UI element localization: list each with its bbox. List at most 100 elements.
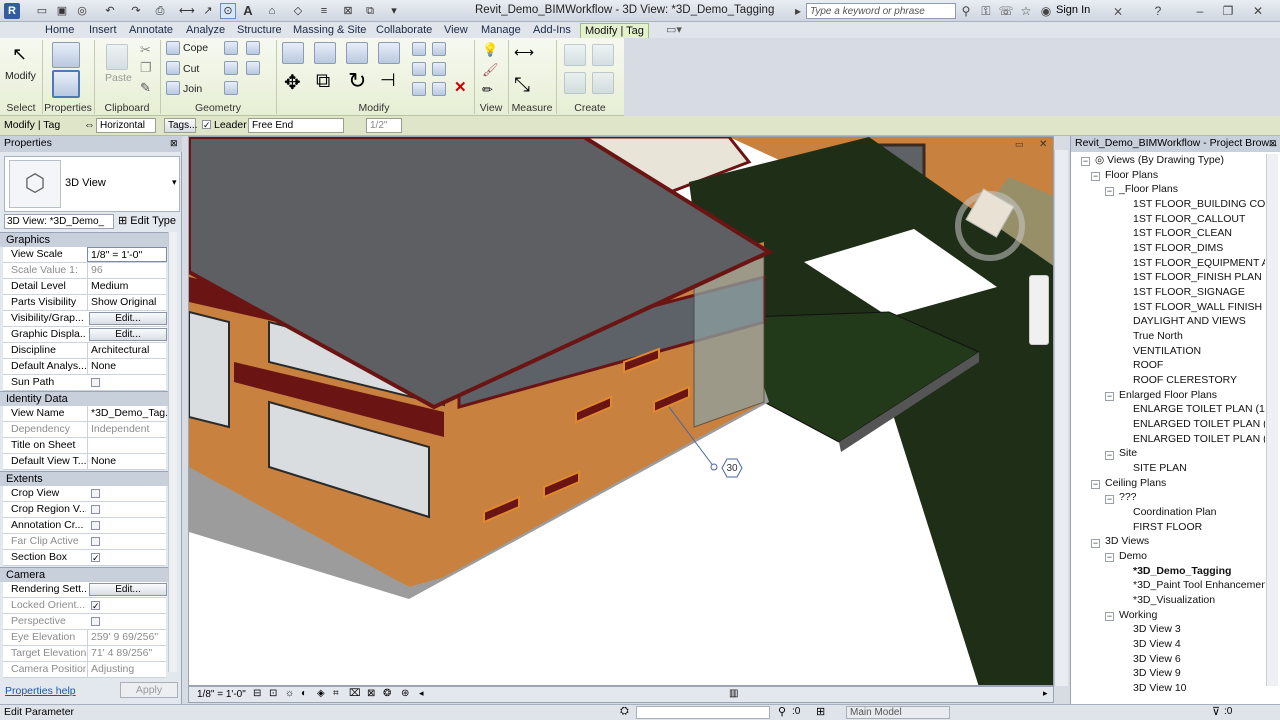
text-icon[interactable]: A — [240, 3, 256, 19]
scale-icon[interactable] — [432, 62, 446, 76]
visibility-edit-button[interactable]: Edit... — [89, 312, 167, 325]
help-icon[interactable]: ? — [1150, 3, 1166, 19]
create-assembly-icon[interactable] — [592, 44, 614, 66]
tree-item[interactable]: 1ST FLOOR_BUILDING CODE — [1133, 198, 1265, 210]
tab-annotate[interactable]: Annotate — [129, 23, 173, 38]
design-options-icon[interactable]: ⊞ — [816, 705, 825, 718]
rendering-edit-button[interactable]: Edit... — [89, 583, 167, 596]
communication-icon[interactable]: ☏ — [998, 3, 1014, 19]
tree-item[interactable]: 1ST FLOOR_WALL FINISH PLA — [1133, 301, 1265, 313]
lightbulb-icon[interactable]: 💡 — [482, 42, 498, 58]
leader-length-input[interactable]: 1/2" — [366, 118, 402, 133]
render-icon[interactable]: ◈ — [317, 688, 325, 699]
modify-button[interactable]: Modify — [5, 70, 36, 82]
tree-item[interactable]: Working — [1119, 609, 1157, 621]
ribbon-minimize-icon[interactable]: ▭▾ — [666, 23, 682, 38]
browser-close-icon[interactable]: ⊠ — [1269, 138, 1277, 149]
drawing-area-3d-view[interactable]: 30 ▭ ✕ — [188, 136, 1054, 686]
geometry-tool-5-icon[interactable] — [224, 81, 238, 95]
tree-toggle[interactable]: − — [1105, 612, 1114, 621]
user-icon[interactable]: ◉ — [1038, 3, 1054, 19]
cut-geometry-icon[interactable] — [166, 61, 180, 75]
default-3d-view-icon[interactable]: ⌂ — [264, 3, 280, 19]
delete-icon[interactable]: ✕ — [454, 78, 467, 96]
tree-item[interactable]: ??? — [1119, 491, 1137, 503]
crop-region-checkbox[interactable] — [91, 505, 100, 514]
geometry-tool-1-icon[interactable] — [224, 41, 238, 55]
annotation-crop-checkbox[interactable] — [91, 521, 100, 530]
tree-item[interactable]: ENLARGED TOILET PLAN (135 — [1133, 433, 1265, 445]
tab-analyze[interactable]: Analyze — [186, 23, 225, 38]
copy-icon[interactable]: ❐ — [140, 60, 152, 76]
geometry-tool-4-icon[interactable] — [246, 61, 260, 75]
crop-view-checkbox[interactable] — [91, 489, 100, 498]
tab-modify-tag[interactable]: Modify | Tag — [580, 23, 649, 38]
tree-item[interactable]: ROOF CLERESTORY — [1133, 374, 1237, 386]
section-box-checkbox[interactable]: ✓ — [91, 553, 100, 563]
switch-windows-icon[interactable]: ⧉ — [362, 3, 378, 19]
properties-icon[interactable] — [52, 70, 80, 98]
view-name-input[interactable]: *3D_Demo_Tag... — [87, 406, 167, 421]
group-identity-data[interactable]: Identity Data — [0, 391, 176, 406]
shadows-icon[interactable]: ◐ — [301, 688, 307, 699]
navigation-bar[interactable] — [1029, 275, 1049, 345]
rotate-icon[interactable]: ↻ — [348, 68, 366, 94]
create-parts-icon[interactable] — [564, 72, 586, 94]
type-dropdown-icon[interactable]: ▾ — [172, 177, 177, 188]
tree-item-ceiling-plans[interactable]: Ceiling Plans — [1105, 477, 1166, 489]
tree-item[interactable]: DAYLIGHT AND VIEWS — [1133, 315, 1246, 327]
horizontal-scroll-thumb[interactable]: ▥ — [729, 688, 738, 699]
tree-item[interactable]: _Floor Plans — [1119, 183, 1178, 195]
copy-element-icon[interactable]: ⧉ — [316, 70, 330, 93]
favorites-star-icon[interactable]: ☆ — [1018, 3, 1034, 19]
scroll-right-icon[interactable]: ▸ — [1043, 688, 1048, 699]
modify-cursor-icon[interactable]: ↖ — [12, 44, 27, 65]
apply-button[interactable]: Apply — [120, 682, 178, 698]
open-icon[interactable]: ▭ — [34, 3, 50, 19]
leader-end-select[interactable]: Free End — [248, 118, 344, 133]
leader-checkbox[interactable]: ✓ — [202, 120, 211, 130]
properties-close-icon[interactable]: ⊠ — [170, 138, 178, 149]
tree-item[interactable]: Demo — [1119, 550, 1147, 562]
paint-brush-icon[interactable]: 🖌 — [482, 62, 499, 78]
split-icon[interactable] — [412, 42, 426, 56]
design-option-select[interactable]: Main Model — [846, 706, 950, 719]
save-icon[interactable]: ▣ — [54, 3, 70, 19]
title-on-sheet-input[interactable] — [87, 438, 167, 453]
tree-item[interactable]: Enlarged Floor Plans — [1119, 389, 1217, 401]
tree-toggle[interactable]: − — [1105, 392, 1114, 401]
tree-toggle[interactable]: − — [1105, 553, 1114, 562]
close-window-icon[interactable]: ✕ — [1250, 3, 1266, 19]
paste-icon[interactable] — [106, 44, 128, 70]
tree-item[interactable]: SITE PLAN — [1133, 462, 1187, 474]
cut-scissors-icon[interactable]: ✂ — [140, 42, 151, 58]
arrow-right-icon[interactable]: ▸ — [790, 3, 806, 19]
browser-scrollbar[interactable] — [1266, 154, 1278, 686]
exchange-icon[interactable]: ⨯ — [1110, 3, 1126, 19]
tree-item[interactable]: Coordination Plan — [1133, 506, 1216, 518]
split-gap-icon[interactable] — [432, 42, 446, 56]
properties-scrollbar[interactable] — [168, 232, 177, 672]
sync-icon[interactable]: ◎ — [74, 3, 90, 19]
tab-view[interactable]: View — [444, 23, 468, 38]
tab-collaborate[interactable]: Collaborate — [376, 23, 432, 38]
tree-item[interactable]: 3D View 6 — [1133, 653, 1181, 665]
trim-extend-icon[interactable]: ⊣ — [380, 70, 396, 91]
tree-item[interactable]: 1ST FLOOR_FINISH PLAN — [1133, 271, 1262, 283]
default-view-template-value[interactable]: None — [87, 454, 167, 469]
mirror-draw-axis-icon[interactable] — [378, 42, 400, 64]
parts-visibility-value[interactable]: Show Original — [87, 295, 167, 310]
redo-icon[interactable]: ↷ — [128, 3, 144, 19]
linework-icon[interactable]: ✏ — [482, 82, 493, 98]
aligned-dimension-icon[interactable]: ↗ — [200, 3, 216, 19]
tree-toggle[interactable]: − — [1105, 187, 1114, 196]
geometry-tool-2-icon[interactable] — [246, 41, 260, 55]
tree-item[interactable]: 3D View 3 — [1133, 623, 1181, 635]
tree-item[interactable]: 1ST FLOOR_EQUIPMENT AND — [1133, 257, 1265, 269]
tree-item[interactable]: 3D View 9 — [1133, 667, 1181, 679]
view-scale-input[interactable]: 1/8" = 1'-0" — [87, 247, 167, 262]
tree-item[interactable]: True North — [1133, 330, 1183, 342]
view-restore-icon[interactable]: ▭ — [1015, 139, 1024, 150]
undo-icon[interactable]: ↶ — [102, 3, 118, 19]
move-icon[interactable]: ✥ — [284, 70, 301, 95]
